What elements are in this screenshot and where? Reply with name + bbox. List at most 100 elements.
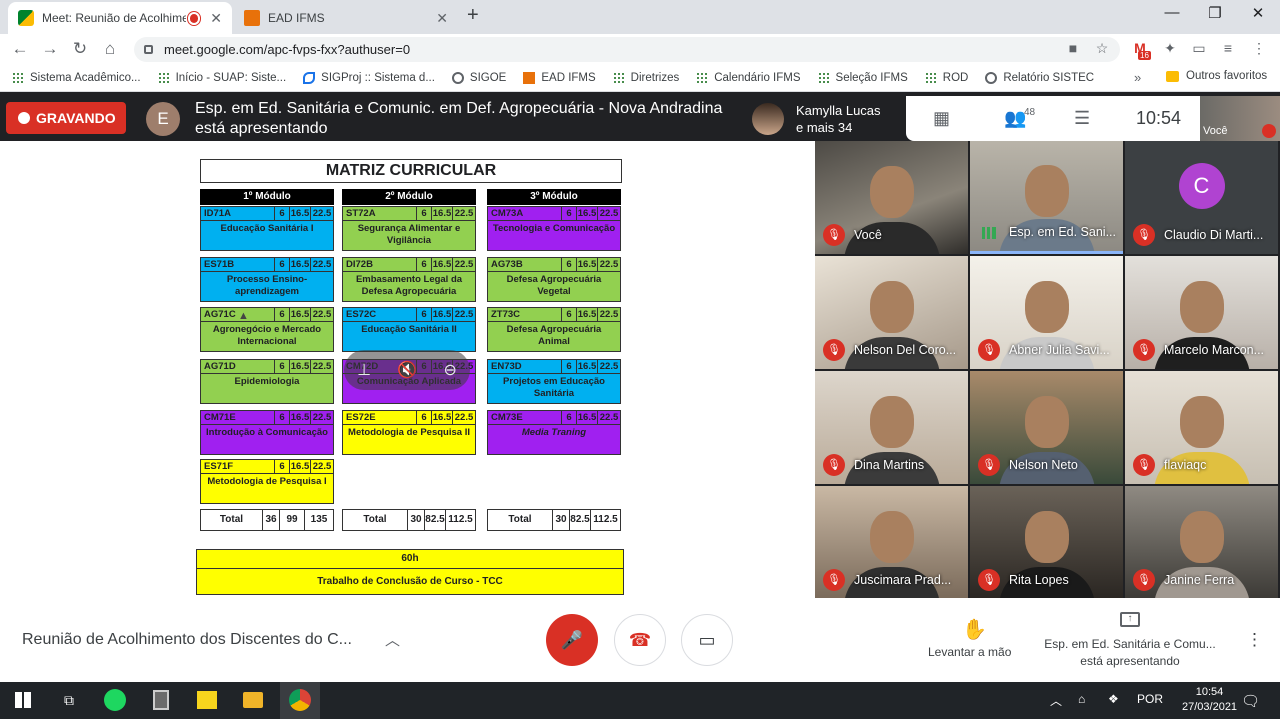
- course-code: DI72B: [346, 259, 373, 270]
- taskbar-clock[interactable]: 10:54 27/03/2021: [1182, 685, 1237, 715]
- pin-icon[interactable]: ⊥: [357, 360, 371, 380]
- address-bar[interactable]: meet.google.com/apc-fvps-fxx?authuser=0: [134, 37, 1120, 62]
- meeting-title[interactable]: Reunião de Acolhimento dos Discentes do …: [22, 631, 352, 649]
- file-explorer-icon[interactable]: [238, 686, 268, 714]
- menu-icon[interactable]: ⋮: [1250, 40, 1268, 58]
- bookmark-item[interactable]: SIGProj :: Sistema d...: [303, 71, 435, 84]
- home-icon[interactable]: ⌂: [99, 38, 121, 60]
- bookmarks-bar: Sistema Acadêmico... Início - SUAP: Sist…: [0, 64, 1280, 92]
- raise-hand-icon[interactable]: ✋: [962, 617, 987, 642]
- task-view-icon[interactable]: ⧉: [54, 686, 84, 714]
- participant-tile[interactable]: Esp. em Ed. Sani...: [970, 141, 1123, 254]
- bookmark-item[interactable]: Seleção IFMS: [817, 71, 908, 84]
- other-bookmarks[interactable]: Outros favoritos: [1166, 70, 1267, 82]
- meeting-clock: 10:54: [1136, 108, 1182, 128]
- participant-video: [869, 510, 914, 563]
- participant-tile[interactable]: 🎙 Janine Ferra: [1125, 486, 1278, 599]
- mute-icon[interactable]: 🔇: [397, 360, 417, 380]
- mic-toggle-button[interactable]: 🎤: [546, 614, 598, 666]
- notifications-icon[interactable]: 🗨: [1241, 692, 1260, 710]
- raise-hand-label[interactable]: Levantar a mão: [928, 645, 1011, 659]
- minimize-icon[interactable]: —: [1152, 4, 1192, 26]
- bookmark-item[interactable]: Relatório SISTEC: [985, 71, 1094, 84]
- close-window-icon[interactable]: ✕: [1238, 4, 1278, 26]
- participant-tile[interactable]: 🎙 Rita Lopes: [970, 486, 1123, 599]
- leave-call-button[interactable]: ☎: [614, 614, 666, 666]
- lock-icon: [144, 45, 153, 54]
- course-hours-b: 16.5: [431, 308, 452, 321]
- camera-indicator-icon[interactable]: ■: [1064, 40, 1082, 58]
- participant-tile[interactable]: 🎙 Abner Julia Savi...: [970, 256, 1123, 369]
- profile-icon[interactable]: ≡: [1219, 40, 1237, 58]
- bookmark-item[interactable]: Início - SUAP: Siste...: [157, 71, 286, 84]
- more-options-icon[interactable]: ⋮: [1246, 630, 1263, 650]
- bookmark-item[interactable]: Calendário IFMS: [696, 71, 801, 84]
- new-tab-icon[interactable]: +: [467, 4, 479, 27]
- mic-off-icon: 🎙: [1133, 569, 1155, 591]
- present-now-icon[interactable]: ↑: [1120, 612, 1140, 627]
- course-hours-a: 6: [561, 411, 576, 424]
- presenting-label[interactable]: Esp. em Ed. Sanitária e Comu... está apre…: [1040, 636, 1220, 670]
- presentation-controls: ⊥ 🔇 ⊖: [344, 350, 470, 390]
- reload-icon[interactable]: ↻: [69, 38, 91, 60]
- chevron-up-icon[interactable]: ︿: [1050, 692, 1062, 709]
- participant-tile[interactable]: 🎙 Nelson Neto: [970, 371, 1123, 484]
- mic-off-icon: 🎙: [978, 454, 1000, 476]
- back-icon[interactable]: ←: [9, 38, 31, 60]
- participant-tile[interactable]: 🎙 Você: [815, 141, 968, 254]
- ifms-icon: [696, 71, 709, 84]
- total-b: 82.5: [424, 510, 445, 530]
- layout-icon[interactable]: ▦: [933, 108, 950, 129]
- maximize-icon[interactable]: ❐: [1195, 4, 1235, 26]
- course-name: Introdução à Comunicação: [206, 427, 328, 438]
- bookmark-item[interactable]: ROD: [924, 71, 968, 84]
- close-tab-icon[interactable]: ✕: [436, 10, 448, 27]
- bookmark-item[interactable]: Sistema Acadêmico...: [12, 71, 141, 84]
- spotify-icon[interactable]: [100, 686, 130, 714]
- suap-icon: [12, 71, 24, 84]
- chat-icon[interactable]: ☰: [1074, 108, 1090, 129]
- course-hours-c: 22.5: [597, 308, 620, 321]
- recording-badge[interactable]: GRAVANDO: [6, 102, 126, 134]
- participant-tile[interactable]: 🎙 flaviaqc: [1125, 371, 1278, 484]
- course-hours-a: 6: [416, 258, 431, 271]
- participant-tile[interactable]: 🎙 Juscimara Prad...: [815, 486, 968, 599]
- camera-toggle-button[interactable]: ▭: [681, 614, 733, 666]
- language-indicator[interactable]: POR: [1137, 692, 1163, 706]
- more-bookmarks-icon[interactable]: »: [1134, 70, 1141, 85]
- participant-name: Marcelo Marcon...: [1164, 343, 1265, 357]
- course-card: AG73B 6 16.5 22.5 Defesa Agropecuária Vegeta…: [487, 257, 621, 302]
- mic-off-icon: 🎙: [823, 454, 845, 476]
- calculator-icon[interactable]: [146, 686, 176, 714]
- participant-name: Juscimara Prad...: [854, 573, 952, 587]
- participant-tile[interactable]: 🎙 Marcelo Marcon...: [1125, 256, 1278, 369]
- participant-tile[interactable]: 🎙 Nelson Del Coro...: [815, 256, 968, 369]
- extensions-icon[interactable]: ✦: [1161, 40, 1179, 58]
- remove-icon[interactable]: ⊖: [443, 360, 456, 380]
- bookmark-star-icon[interactable]: ☆: [1093, 40, 1111, 58]
- tab-ead-ifms[interactable]: EAD IFMS ✕: [234, 2, 458, 34]
- dropbox-icon[interactable]: ❖: [1108, 692, 1119, 706]
- network-icon[interactable]: ⌂: [1078, 692, 1085, 706]
- avatar: [752, 103, 784, 135]
- participant-tile[interactable]: C 🎙 Claudio Di Marti...: [1125, 141, 1278, 254]
- participant-tile[interactable]: 🎙 Dina Martins: [815, 371, 968, 484]
- windows-start-icon[interactable]: [8, 686, 38, 714]
- course-hours-b: 16.5: [576, 308, 597, 321]
- sticky-notes-icon[interactable]: [192, 686, 222, 714]
- bookmark-item[interactable]: SIGOE: [451, 71, 506, 84]
- forward-icon[interactable]: →: [39, 38, 61, 60]
- bookmark-item[interactable]: Diretrizes: [612, 71, 679, 84]
- close-tab-icon[interactable]: ✕: [210, 10, 222, 27]
- course-hours-c: 22.5: [597, 258, 620, 271]
- chevron-up-icon[interactable]: ︿: [385, 629, 400, 650]
- cast-icon[interactable]: ▭: [1190, 40, 1208, 58]
- bookmark-item[interactable]: EAD IFMS: [523, 71, 596, 84]
- people-count: 48: [1024, 107, 1036, 118]
- ifms-icon: [924, 71, 937, 84]
- pinned-participant[interactable]: Kamylla Lucas e mais 34: [746, 98, 906, 140]
- meet-favicon-icon: [18, 10, 34, 26]
- tab-meet[interactable]: Meet: Reunião de Acolhimen ✕: [8, 2, 232, 34]
- chrome-icon[interactable]: [285, 686, 315, 714]
- course-hours-a: 6: [274, 360, 289, 373]
